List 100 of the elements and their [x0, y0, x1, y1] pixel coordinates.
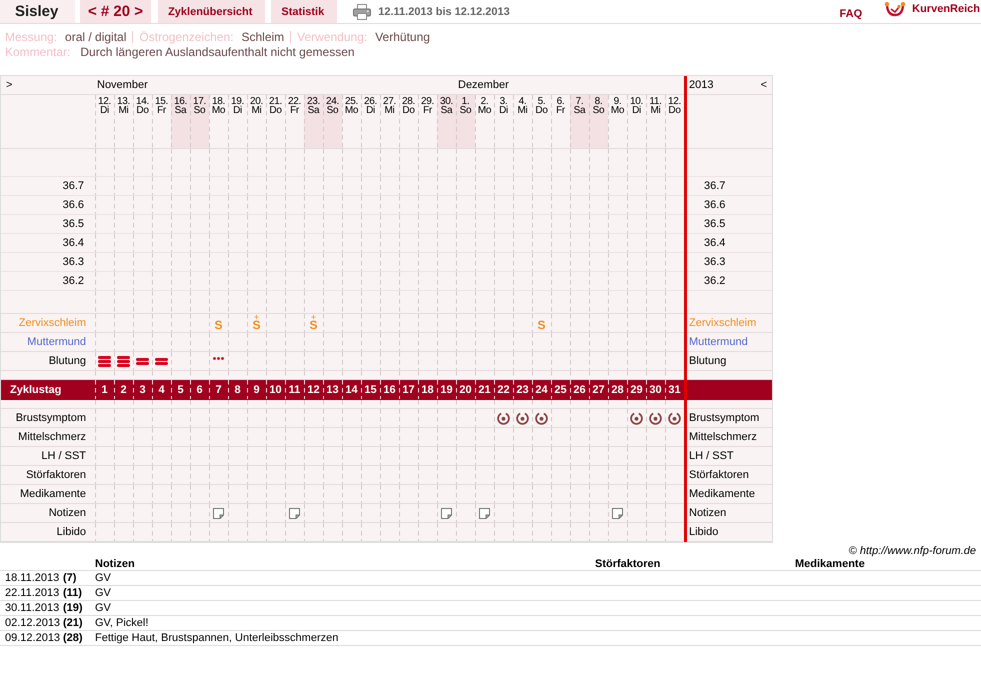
cycle-day-number: 14: [345, 384, 358, 396]
cycle-day-number: 8: [234, 384, 241, 396]
row-label: Notizen: [48, 507, 86, 519]
day-date: 1.: [462, 97, 470, 106]
day-date: 6.: [556, 97, 564, 106]
cycle-day-number: 12: [307, 384, 320, 396]
nav-tab[interactable]: Zyklenübersicht: [158, 0, 266, 23]
table-cell-text: 18.11.2013: [4, 572, 60, 584]
month-label: November: [96, 78, 148, 93]
year-label: 2013: [689, 79, 714, 91]
note-icon[interactable]: [441, 508, 452, 518]
cycle-day-number: 22: [497, 384, 510, 396]
day-date: 24.: [326, 97, 339, 106]
row-label: Medikamente: [20, 488, 86, 500]
cycle-day-number: 6: [196, 384, 203, 396]
table-cell-text: 30.11.2013: [4, 602, 60, 614]
row-label: Zervixschleim: [18, 317, 86, 329]
row-label: Brustsymptom: [689, 412, 760, 424]
weekday: Mi: [384, 106, 394, 115]
plus-sign: +: [310, 314, 316, 320]
cycle-day-number: 20: [459, 384, 472, 396]
table-cell-text: (19): [63, 602, 84, 614]
nav-tab[interactable]: Statistik: [271, 0, 338, 23]
weekday: Mi: [650, 106, 660, 115]
mucus-symbol: S: [537, 320, 546, 331]
cycle-day-number: 7: [215, 384, 222, 396]
printer-icon[interactable]: [353, 4, 372, 20]
row-label: Zervixschleim: [689, 317, 756, 329]
row-label: Blutung: [48, 355, 86, 367]
day-date: 26.: [364, 97, 377, 106]
cycle-navigation-tab[interactable]: < # 20 >: [80, 0, 152, 23]
row-label: LH / SST: [689, 450, 734, 462]
comment-text: Durch längeren Auslandsaufenthalt nicht gemessen: [80, 44, 355, 58]
row-label: Muttermund: [27, 336, 86, 348]
weekday: Di: [632, 106, 641, 115]
day-date: 18.: [212, 97, 225, 106]
weekday: Mi: [252, 106, 262, 115]
temperature-label: 36.6: [704, 199, 726, 211]
row-label: Muttermund: [689, 336, 748, 348]
weekday: Mi: [518, 106, 528, 115]
table-cell-text: GV: [95, 602, 112, 614]
column-header: Notizen: [95, 558, 136, 570]
weekday: Di: [100, 106, 109, 115]
cycle-day-number: 28: [611, 384, 624, 396]
row-label: LH / SST: [41, 450, 86, 462]
column-header: Störfaktoren: [595, 558, 662, 570]
cycle-day-number: 19: [440, 384, 453, 396]
row-label: Medikamente: [689, 488, 756, 500]
cycle-day-number: 15: [364, 384, 377, 396]
setting-label: Östrogenzeichen:: [139, 30, 234, 44]
mucus-symbol: S: [309, 320, 318, 331]
weekday: Mo: [478, 106, 492, 115]
day-date: 17.: [192, 97, 206, 106]
setting-value: Verhütung: [375, 30, 430, 44]
logo-icon: [884, 1, 906, 17]
note-icon[interactable]: [612, 508, 623, 518]
back-arrow[interactable]: <: [760, 79, 767, 91]
note-icon[interactable]: [289, 508, 300, 518]
weekday: Do: [269, 106, 282, 115]
day-date: 16.: [174, 97, 187, 106]
faq-link[interactable]: FAQ: [840, 8, 862, 20]
cycle-day-number: 17: [402, 384, 415, 396]
day-date: 19.: [230, 97, 244, 106]
cycle-day-number: 2: [120, 384, 127, 396]
note-icon[interactable]: [213, 508, 224, 518]
weekday: Do: [402, 106, 415, 115]
day-date: 9.: [614, 97, 622, 106]
cycle-day-number: 4: [158, 384, 165, 396]
temperature-label: 36.3: [62, 256, 84, 268]
day-date: 4.: [518, 97, 526, 106]
user-name: Sisley: [0, 0, 75, 23]
weekday: So: [592, 106, 604, 115]
plus-sign: +: [254, 314, 260, 320]
cycle-day-number: 1: [101, 384, 108, 396]
cycle-day-number: 24: [535, 384, 548, 396]
weekday: Do: [535, 106, 548, 115]
cycle-day-number: 27: [592, 384, 605, 396]
day-date: 5.: [538, 97, 546, 106]
day-date: 2.: [480, 97, 488, 106]
temperature-label: 36.2: [62, 275, 84, 287]
day-date: 12.: [668, 97, 681, 106]
table-cell-text: 22.11.2013: [4, 587, 60, 599]
forward-arrow[interactable]: >: [6, 79, 12, 91]
weekday: Sa: [174, 106, 186, 115]
day-date: 11.: [649, 97, 662, 106]
weekday: Di: [366, 106, 375, 115]
cycle-day-number: 25: [554, 384, 567, 396]
day-date: 7.: [576, 97, 584, 106]
table-cell-text: (11): [63, 587, 83, 599]
day-date: 8.: [594, 97, 602, 106]
row-label: Notizen: [689, 507, 726, 519]
weekday: So: [194, 106, 206, 115]
brand-name: KurvenReich: [912, 3, 980, 15]
cycle-day-number: 18: [421, 384, 434, 396]
cycle-day-number: 13: [326, 384, 339, 396]
weekday: Di: [233, 106, 242, 115]
day-date: 21.: [268, 97, 282, 106]
day-date: 27.: [382, 97, 396, 106]
note-icon[interactable]: [479, 508, 490, 518]
temperature-label: 36.4: [62, 237, 84, 249]
